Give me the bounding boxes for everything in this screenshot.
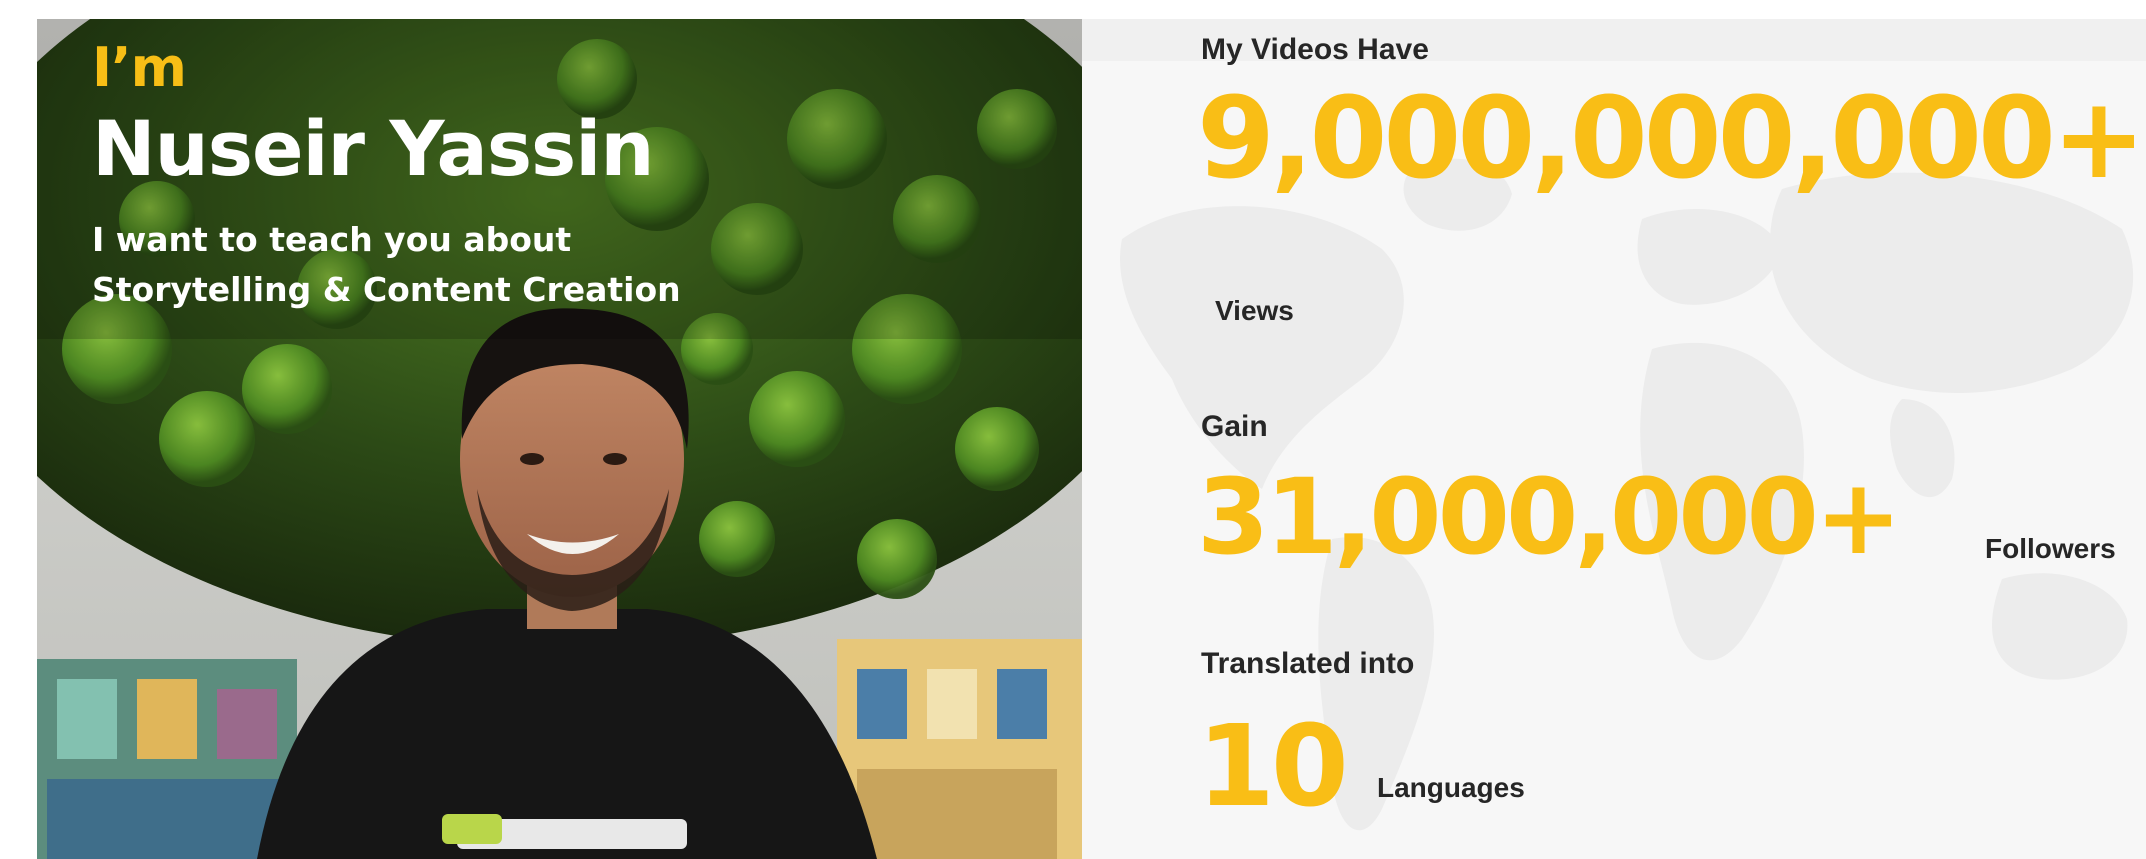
hero-intro: I’m xyxy=(92,36,187,99)
hero-tagline-line-1: I want to teach you about xyxy=(92,220,572,259)
hero-name: Nuseir Yassin xyxy=(92,104,654,193)
stat-views-label: My Videos Have xyxy=(1201,33,1429,66)
stat-languages-label: Translated into xyxy=(1201,647,1415,680)
stat-followers-label: Gain xyxy=(1201,410,1268,443)
hero-tagline-line-2: Storytelling & Content Creation xyxy=(92,270,681,309)
stat-followers-value: 31,000,000+ xyxy=(1197,456,1902,578)
stat-views-unit: Views xyxy=(1215,295,1294,326)
stat-languages-unit: Languages xyxy=(1377,772,1525,803)
stat-followers-unit: Followers xyxy=(1985,533,2116,564)
stats-section: My Videos Have 9,000,000,000+ Views Gain… xyxy=(1082,19,2146,859)
hero-tagline: I want to teach you about Storytelling &… xyxy=(92,215,812,315)
hero-text: I’m Nuseir Yassin I want to teach you ab… xyxy=(92,37,992,315)
hero-section: I’m Nuseir Yassin I want to teach you ab… xyxy=(37,19,1082,859)
stat-languages-value: 10 xyxy=(1197,702,1349,832)
stat-views-value: 9,000,000,000+ xyxy=(1197,74,2146,204)
